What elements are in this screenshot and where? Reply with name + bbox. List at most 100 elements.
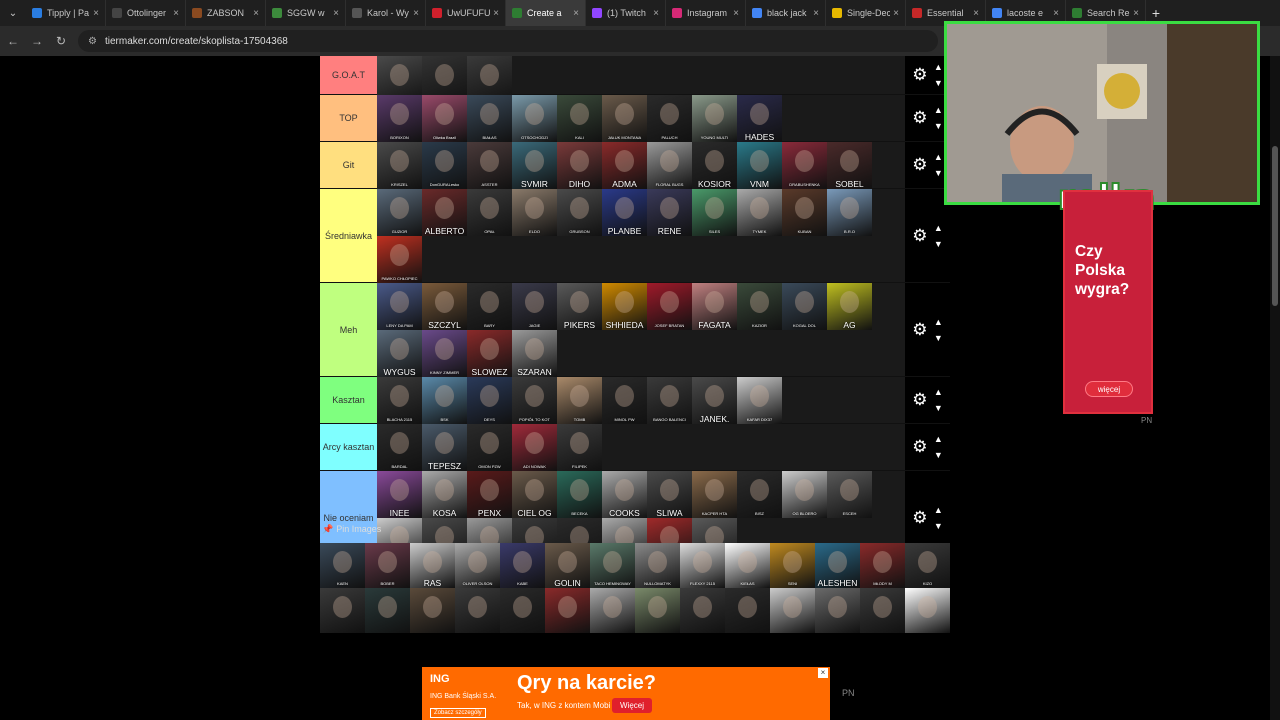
move-down-icon[interactable]: ▼ (934, 236, 943, 252)
tier-item-image[interactable]: KOSIOR (692, 142, 737, 189)
tier-item-image[interactable]: SLOWEZ (467, 330, 512, 377)
tier-item-image[interactable]: CIEL OG (512, 471, 557, 518)
tier-item-image[interactable]: B.R.O (827, 189, 872, 236)
tier-item-image[interactable]: BARY (467, 283, 512, 330)
tier-item-image[interactable]: KINNY ZIMMER (422, 330, 467, 377)
tier-item-image[interactable]: ELDO (512, 189, 557, 236)
tier-item-image[interactable]: RAS (410, 543, 455, 588)
tier-item-image[interactable]: MINOL PW (602, 377, 647, 424)
tier-item-image[interactable] (905, 588, 950, 633)
tab-close-icon[interactable]: × (493, 8, 499, 19)
tier-item-image[interactable] (590, 588, 635, 633)
gear-icon[interactable]: ⚙ (912, 226, 927, 246)
tier-item-image[interactable]: WYGUŚ (377, 330, 422, 377)
tab-close-icon[interactable]: × (813, 8, 819, 19)
tier-label[interactable]: Meh (320, 283, 377, 376)
bottom-ad-details-button[interactable]: Zobacz szczegóły (430, 708, 486, 718)
tier-item-image[interactable]: SOBEL (827, 142, 872, 189)
tier-item-image[interactable]: OPAŁ (467, 189, 512, 236)
side-ad-more-button[interactable]: więcej (1085, 381, 1133, 397)
move-up-icon[interactable]: ▲ (934, 431, 943, 447)
tier-item-image[interactable]: FAGATA (692, 283, 737, 330)
tier-item-image[interactable]: BISZ (737, 471, 782, 518)
browser-tab[interactable]: Instagram × (666, 0, 746, 26)
tier-item-image[interactable] (860, 588, 905, 633)
tier-item-image[interactable]: KACPER HTA (692, 471, 737, 518)
move-down-icon[interactable]: ▼ (934, 165, 943, 181)
tier-item-image[interactable]: ALESHEN (815, 543, 860, 588)
site-info-icon[interactable]: ⚙ (88, 36, 97, 47)
tier-item-image[interactable]: RENÉ (647, 189, 692, 236)
tier-label[interactable]: Git (320, 142, 377, 188)
tier-item-image[interactable]: JANEK. (692, 377, 737, 424)
tier-item-image[interactable]: KABE (500, 543, 545, 588)
tier-items[interactable]: BORIXON Oliwka Brazil BIAŁAS OTSOCHODZI KALI… (377, 95, 905, 142)
tab-close-icon[interactable]: × (413, 8, 419, 19)
tier-item-image[interactable] (500, 588, 545, 633)
tier-item-image[interactable]: PAWKO CHŁOPIEC (377, 236, 422, 283)
tier-items[interactable]: BETEOPEZETSŁOŃ (377, 56, 905, 103)
tier-item-image[interactable]: INEE (377, 471, 422, 518)
tier-item-image[interactable]: VNM (737, 142, 782, 189)
tier-item-image[interactable] (455, 588, 500, 633)
tier-label[interactable]: TOP (320, 95, 377, 141)
tier-items[interactable]: KRISZEL DonGURALesko ASSTER SVMIR DIHO ADMA FL… (377, 142, 905, 189)
browser-tab[interactable]: Tipply | Pa × (26, 0, 106, 26)
tier-item-image[interactable]: KOGAL DOL (782, 283, 827, 330)
bottom-ad-close-icon[interactable]: × (818, 668, 828, 678)
tier-item-image[interactable]: KIZO (905, 543, 950, 588)
tier-item-image[interactable]: PLANBE (602, 189, 647, 236)
scrollbar-thumb[interactable] (1272, 146, 1278, 306)
move-down-icon[interactable]: ▼ (934, 400, 943, 416)
tab-close-icon[interactable]: × (1053, 8, 1059, 19)
tier-item-image[interactable]: ADI NOWAK (512, 424, 557, 471)
tier-item-image[interactable]: TEPESZ (422, 424, 467, 471)
gear-icon[interactable]: ⚙ (912, 320, 927, 340)
tier-item-image[interactable]: BANGO BALENCI (647, 377, 692, 424)
tier-item-image[interactable] (320, 588, 365, 633)
browser-tab[interactable]: SGGW w × (266, 0, 346, 26)
bottom-advertisement[interactable]: ING ING Bank Śląski S.A. Zobacz szczegół… (422, 667, 830, 720)
gear-icon[interactable]: ⚙ (912, 65, 927, 85)
tier-item-image[interactable] (635, 588, 680, 633)
tier-item-image[interactable]: NULLOMATYK (635, 543, 680, 588)
tier-item-image[interactable]: SVMIR (512, 142, 557, 189)
browser-tab[interactable]: ZABSON × (186, 0, 266, 26)
tier-label[interactable]: G.O.A.T (320, 56, 377, 94)
move-up-icon[interactable]: ▲ (934, 502, 943, 518)
browser-tab[interactable]: Single-Dec × (826, 0, 906, 26)
tier-label[interactable]: Kasztan (320, 377, 377, 423)
move-down-icon[interactable]: ▼ (934, 118, 943, 134)
move-up-icon[interactable]: ▲ (934, 384, 943, 400)
move-up-icon[interactable]: ▲ (934, 220, 943, 236)
browser-tab[interactable]: Karol - Wy × (346, 0, 426, 26)
tier-item-image[interactable]: KAEN (320, 543, 365, 588)
url-field[interactable]: ⚙ tiermaker.com/create/skoplista-1750436… (78, 30, 938, 52)
tier-item-image[interactable]: KAZIOR (737, 283, 782, 330)
tab-close-icon[interactable]: × (653, 8, 659, 19)
tier-item-image[interactable]: ASSTER (467, 142, 512, 189)
bottom-ad-more-button[interactable]: Więcej (612, 698, 653, 713)
tier-item-image[interactable]: JOSEF BRATAN (647, 283, 692, 330)
gear-icon[interactable]: ⚙ (912, 108, 927, 128)
browser-tab[interactable]: Create a × (506, 0, 586, 26)
tier-item-image[interactable]: KAFAR DIX37 (737, 377, 782, 424)
browser-tab[interactable]: Ottolinger × (106, 0, 186, 26)
tab-close-icon[interactable]: × (1133, 8, 1139, 19)
tier-item-image[interactable]: DIHO (557, 142, 602, 189)
tier-items[interactable]: LENY DA PAM SZCZYL BARY JAGIE PIKERS SHHIEDA J… (377, 283, 905, 377)
tier-item-image[interactable] (770, 588, 815, 633)
back-icon[interactable]: ← (2, 34, 24, 48)
tier-item-image[interactable]: OLIVER OLSON (455, 543, 500, 588)
tier-item-image[interactable]: JAŁUK MONTANA (602, 95, 647, 142)
tier-item-image[interactable]: GOLIN (545, 543, 590, 588)
tab-close-icon[interactable]: × (893, 8, 899, 19)
tab-close-icon[interactable]: × (253, 8, 259, 19)
tier-item-image[interactable]: TOMB (557, 377, 602, 424)
tier-item-image[interactable]: KIEŁAS (725, 543, 770, 588)
tier-item-image[interactable] (680, 588, 725, 633)
forward-icon[interactable]: → (26, 34, 48, 48)
tier-item-image[interactable]: PENX (467, 471, 512, 518)
tier-item-image[interactable]: SENI (770, 543, 815, 588)
tier-item-image[interactable]: DRABUSHENKA (782, 142, 827, 189)
